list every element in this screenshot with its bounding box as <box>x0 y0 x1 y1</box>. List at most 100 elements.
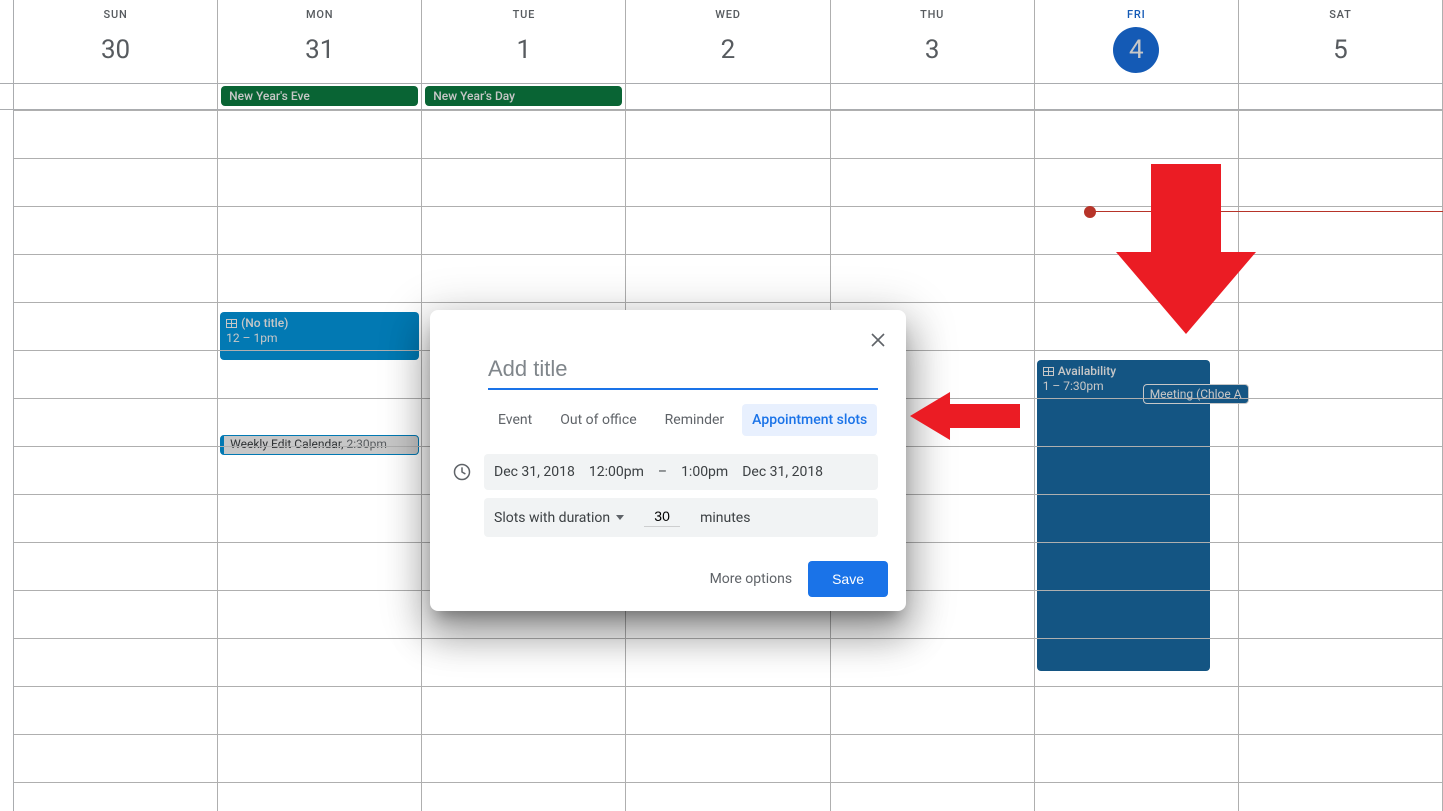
day-header-fri[interactable]: Fri 4 <box>1035 0 1239 83</box>
time-col-mon[interactable]: (No title) 12 – 1pm Weekly Edit Calendar… <box>218 110 422 811</box>
hour-line <box>1035 782 1238 783</box>
day-header-thu[interactable]: Thu 3 <box>831 0 1035 83</box>
hour-line <box>626 302 829 303</box>
hour-line <box>14 398 217 399</box>
duration-input[interactable] <box>644 508 680 527</box>
day-label: Sun <box>14 8 217 21</box>
hour-line <box>14 158 217 159</box>
start-time[interactable]: 12:00pm <box>589 464 644 480</box>
hour-line <box>218 446 421 447</box>
hour-line <box>14 686 217 687</box>
end-date[interactable]: Dec 31, 2018 <box>742 464 823 480</box>
allday-cell-fri[interactable] <box>1035 84 1239 109</box>
day-label: Wed <box>626 8 829 21</box>
hour-line <box>1035 398 1238 399</box>
datetime-row: Dec 31, 2018 12:00pm – 1:00pm Dec 31, 20… <box>452 454 878 490</box>
hour-line <box>218 638 421 639</box>
day-header-sat[interactable]: Sat 5 <box>1239 0 1443 83</box>
hour-line <box>1239 302 1442 303</box>
holiday-event-nyd[interactable]: New Year's Day <box>425 86 622 106</box>
allday-cell-sun[interactable] <box>14 84 218 109</box>
hour-line <box>218 302 421 303</box>
annotation-arrow-left <box>910 388 1020 444</box>
slots-duration-dropdown[interactable]: Slots with duration <box>494 510 624 526</box>
event-time: 12 – 1pm <box>226 331 413 346</box>
header-gutter <box>0 0 14 83</box>
hour-line <box>831 110 1034 111</box>
day-header-tue[interactable]: Tue 1 <box>422 0 626 83</box>
hour-line <box>218 782 421 783</box>
close-icon <box>870 332 886 348</box>
hour-line <box>1239 638 1442 639</box>
hour-line <box>14 494 217 495</box>
save-button[interactable]: Save <box>808 561 888 597</box>
event-weekly-edit[interactable]: Weekly Edit Calendar, 2:30pm <box>220 435 419 455</box>
hour-line <box>1239 590 1442 591</box>
time-col-sun[interactable] <box>14 110 218 811</box>
hour-line <box>14 638 217 639</box>
hour-line <box>14 542 217 543</box>
event-title-input[interactable] <box>488 354 878 390</box>
grid-icon <box>226 319 237 328</box>
hour-line <box>1035 350 1238 351</box>
more-options-button[interactable]: More options <box>710 571 793 587</box>
hour-line <box>831 302 1034 303</box>
hour-line <box>218 734 421 735</box>
hour-line <box>422 782 625 783</box>
annotation-arrow-down <box>1116 164 1256 334</box>
holiday-event-nye[interactable]: New Year's Eve <box>221 86 418 106</box>
hour-line <box>14 302 217 303</box>
event-meeting-chip[interactable]: Meeting (Chloe A <box>1143 384 1249 404</box>
allday-cell-mon[interactable]: New Year's Eve <box>218 84 422 109</box>
hour-line <box>14 350 217 351</box>
day-header-wed[interactable]: Wed 2 <box>626 0 830 83</box>
event-time: 2:30pm <box>347 437 387 451</box>
hour-line <box>1239 494 1442 495</box>
hour-line <box>218 350 421 351</box>
allday-cell-sat[interactable] <box>1239 84 1443 109</box>
event-title: Weekly Edit Calendar, <box>230 437 343 451</box>
tab-reminder[interactable]: Reminder <box>655 404 735 436</box>
allday-cell-thu[interactable] <box>831 84 1035 109</box>
hour-line <box>218 158 421 159</box>
day-number[interactable]: 31 <box>297 27 343 73</box>
day-number[interactable]: 4 <box>1113 27 1159 73</box>
dialog-actions: More options Save <box>430 561 888 597</box>
hour-line <box>14 254 217 255</box>
hour-line <box>218 686 421 687</box>
day-number[interactable]: 2 <box>705 27 751 73</box>
hour-line <box>1239 398 1442 399</box>
hour-line <box>1035 590 1238 591</box>
time-separator: – <box>658 464 667 480</box>
day-number[interactable]: 1 <box>501 27 547 73</box>
end-time[interactable]: 1:00pm <box>681 464 728 480</box>
time-col-sat[interactable] <box>1239 110 1443 811</box>
hour-line <box>831 158 1034 159</box>
hour-line <box>831 206 1034 207</box>
tab-event[interactable]: Event <box>488 404 542 436</box>
day-header-mon[interactable]: Mon 31 <box>218 0 422 83</box>
hour-line <box>1239 110 1442 111</box>
hour-line <box>626 206 829 207</box>
hour-line <box>1035 734 1238 735</box>
slots-bar: Slots with duration minutes <box>484 498 878 537</box>
hour-line <box>831 254 1034 255</box>
day-label: Thu <box>831 8 1034 21</box>
start-date[interactable]: Dec 31, 2018 <box>494 464 575 480</box>
day-number[interactable]: 3 <box>909 27 955 73</box>
event-availability[interactable]: Availability 1 – 7:30pm <box>1037 360 1210 671</box>
allday-cell-wed[interactable] <box>626 84 830 109</box>
hour-line <box>1239 446 1442 447</box>
day-header-sun[interactable]: Sun 30 <box>14 0 218 83</box>
day-label: Mon <box>218 8 421 21</box>
allday-cell-tue[interactable]: New Year's Day <box>422 84 626 109</box>
tab-appointment-slots[interactable]: Appointment slots <box>742 404 877 436</box>
hour-line <box>1239 542 1442 543</box>
event-no-title[interactable]: (No title) 12 – 1pm <box>220 312 419 360</box>
close-button[interactable] <box>862 324 894 356</box>
hour-line <box>422 110 625 111</box>
day-number[interactable]: 30 <box>93 27 139 73</box>
tab-out-of-office[interactable]: Out of office <box>550 404 646 436</box>
day-number[interactable]: 5 <box>1317 27 1363 73</box>
hour-line <box>1035 542 1238 543</box>
